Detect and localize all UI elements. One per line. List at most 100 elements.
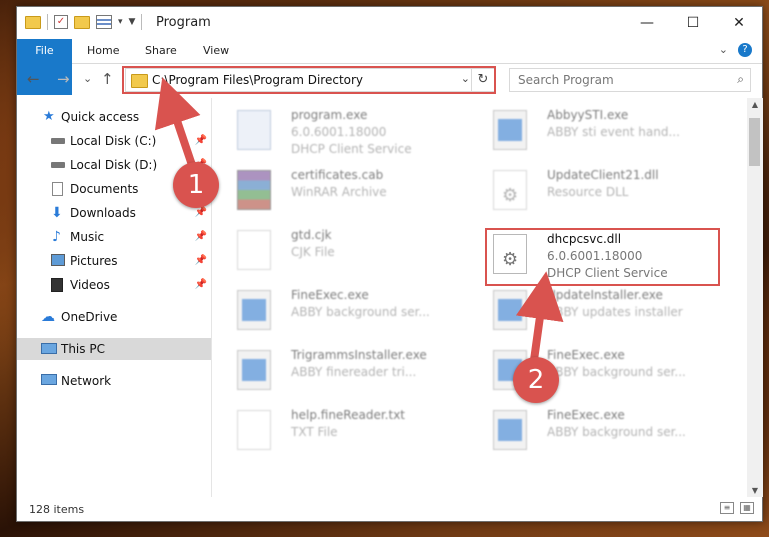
title-bar: ✓ ▾ ▼ Program — ☐ ✕ [17, 7, 762, 39]
sidebar-item-label: Music [70, 230, 105, 244]
vertical-scrollbar[interactable]: ▲ ▼ [747, 98, 763, 497]
forward-button[interactable]: → [57, 70, 70, 88]
search-box[interactable]: Search Program ⌕ [509, 68, 751, 92]
file-name: AbbyySTI.exe [547, 108, 629, 122]
sidebar-item-label: Videos [70, 278, 110, 292]
window-icon [237, 290, 271, 330]
drive-icon [51, 162, 65, 168]
sidebar-item-label: Network [61, 374, 112, 388]
file-detail: ABBY background ser... [547, 365, 686, 379]
explorer-window: ✓ ▾ ▼ Program — ☐ ✕ File Home Share View… [16, 6, 763, 522]
file-detail: CJK File [291, 245, 335, 259]
callout-step-1: 1 [173, 162, 219, 208]
new-folder-icon[interactable] [74, 15, 90, 29]
file-detail: 6.0.6001.18000 [291, 125, 387, 139]
pictures-icon [51, 254, 65, 266]
divider [141, 14, 143, 30]
window-icon [237, 350, 271, 390]
pin-icon[interactable]: 📌 [195, 274, 207, 296]
window-title: Program [156, 15, 211, 30]
sidebar-item-onedrive[interactable]: ☁ OneDrive [17, 306, 211, 328]
details-view-icon[interactable]: ≡ [720, 502, 734, 514]
properties-check-icon[interactable]: ✓ [54, 15, 68, 29]
sidebar-item-downloads[interactable]: ⬇ Downloads 📌 [17, 202, 211, 224]
sidebar-item-label: Quick access [61, 110, 140, 124]
view-switcher: ≡ ▦ [720, 502, 754, 514]
pin-icon[interactable]: 📌 [195, 226, 207, 248]
file-item[interactable]: AbbyySTI.exe ABBY sti event hand... [487, 104, 727, 160]
file-list: program.exe 6.0.6001.18000 DHCP Client S… [213, 98, 745, 497]
help-icon[interactable]: ? [738, 43, 752, 57]
file-item[interactable]: certificates.cab WinRAR Archive [231, 164, 471, 220]
close-button[interactable]: ✕ [716, 7, 762, 39]
sidebar-item-videos[interactable]: Videos 📌 [17, 274, 211, 296]
file-detail: DHCP Client Service [291, 142, 412, 156]
sidebar-item-label: Local Disk (D:) [70, 158, 158, 172]
sidebar-item-pictures[interactable]: Pictures 📌 [17, 250, 211, 272]
expand-ribbon-icon[interactable]: ⌄ [719, 43, 728, 56]
file-name: UpdateClient21.dll [547, 168, 659, 182]
tab-share[interactable]: Share [145, 39, 177, 63]
divider [47, 14, 48, 30]
rename-icon[interactable] [96, 15, 112, 29]
sidebar-item-label: Documents [70, 182, 139, 196]
sidebar-item-quick-access[interactable]: ★ Quick access [17, 106, 211, 128]
file-detail: ABBY updates installer [547, 305, 683, 319]
tab-view[interactable]: View [203, 39, 229, 63]
window-icon [493, 410, 527, 450]
window-icon [493, 290, 527, 330]
file-item[interactable]: gtd.cjk CJK File [231, 224, 471, 280]
quick-access-toolbar: ✓ ▾ ▼ [25, 14, 143, 30]
file-item[interactable]: TrigrammsInstaller.exe ABBY finereader t… [231, 344, 471, 400]
sidebar-item-label: Local Disk (C:) [70, 134, 157, 148]
scroll-up-icon[interactable]: ▲ [747, 100, 763, 109]
sidebar-item-this-pc[interactable]: This PC [17, 338, 211, 360]
file-detail: ABBY finereader tri... [291, 365, 417, 379]
scroll-down-icon[interactable]: ▼ [747, 486, 763, 495]
tab-home[interactable]: Home [87, 39, 119, 63]
sidebar-item-label: OneDrive [61, 310, 118, 324]
file-item[interactable]: FineExec.exe ABBY background ser... [487, 404, 727, 460]
tiles-view-icon[interactable]: ▦ [740, 502, 754, 514]
customize-chevron-icon[interactable]: ▾ [118, 17, 123, 27]
sidebar-item-music[interactable]: ♪ Music 📌 [17, 226, 211, 248]
file-detail: WinRAR Archive [291, 185, 387, 199]
minimize-button[interactable]: — [624, 7, 670, 39]
recent-locations-button[interactable]: ⌄ [83, 72, 92, 85]
cloud-icon: ☁ [41, 309, 55, 325]
qat-dropdown-icon[interactable]: ▼ [129, 17, 136, 27]
music-icon: ♪ [52, 229, 61, 245]
sidebar-item-network[interactable]: Network [17, 370, 211, 392]
document-icon [237, 230, 271, 270]
file-detail: TXT File [291, 425, 338, 439]
pin-icon[interactable]: 📌 [195, 130, 207, 152]
file-item[interactable]: UpdateInstaller.exe ABBY updates install… [487, 284, 727, 340]
window-controls: — ☐ ✕ [624, 7, 762, 39]
pane-divider[interactable] [211, 98, 212, 497]
file-detail: ABBY background ser... [547, 425, 686, 439]
computer-icon [41, 343, 57, 354]
file-item[interactable]: UpdateClient21.dll Resource DLL [487, 164, 727, 220]
pin-icon[interactable]: 📌 [195, 250, 207, 272]
file-item[interactable]: program.exe 6.0.6001.18000 DHCP Client S… [231, 104, 471, 160]
gear-file-icon [493, 170, 527, 210]
sidebar-item-label: Downloads [70, 206, 136, 220]
videos-icon [51, 278, 63, 292]
scroll-thumb[interactable] [749, 118, 760, 166]
sidebar-item-local-disk-c[interactable]: Local Disk (C:) 📌 [17, 130, 211, 152]
file-item[interactable]: help.fineReader.txt TXT File [231, 404, 471, 460]
sidebar-item-label: This PC [61, 342, 105, 356]
star-icon: ★ [43, 109, 55, 124]
back-button[interactable]: ← [27, 70, 40, 88]
file-name: FineExec.exe [547, 348, 625, 362]
search-icon[interactable]: ⌕ [737, 72, 744, 87]
file-name: FineExec.exe [291, 288, 369, 302]
file-item[interactable]: FineExec.exe ABBY background ser... [231, 284, 471, 340]
maximize-button[interactable]: ☐ [670, 7, 716, 39]
file-highlight-box [485, 228, 720, 286]
file-name: certificates.cab [291, 168, 384, 182]
file-name: TrigrammsInstaller.exe [291, 348, 427, 362]
exe-icon [237, 110, 271, 150]
search-placeholder[interactable]: Search Program [518, 73, 614, 87]
up-button[interactable]: ↑ [101, 70, 114, 88]
